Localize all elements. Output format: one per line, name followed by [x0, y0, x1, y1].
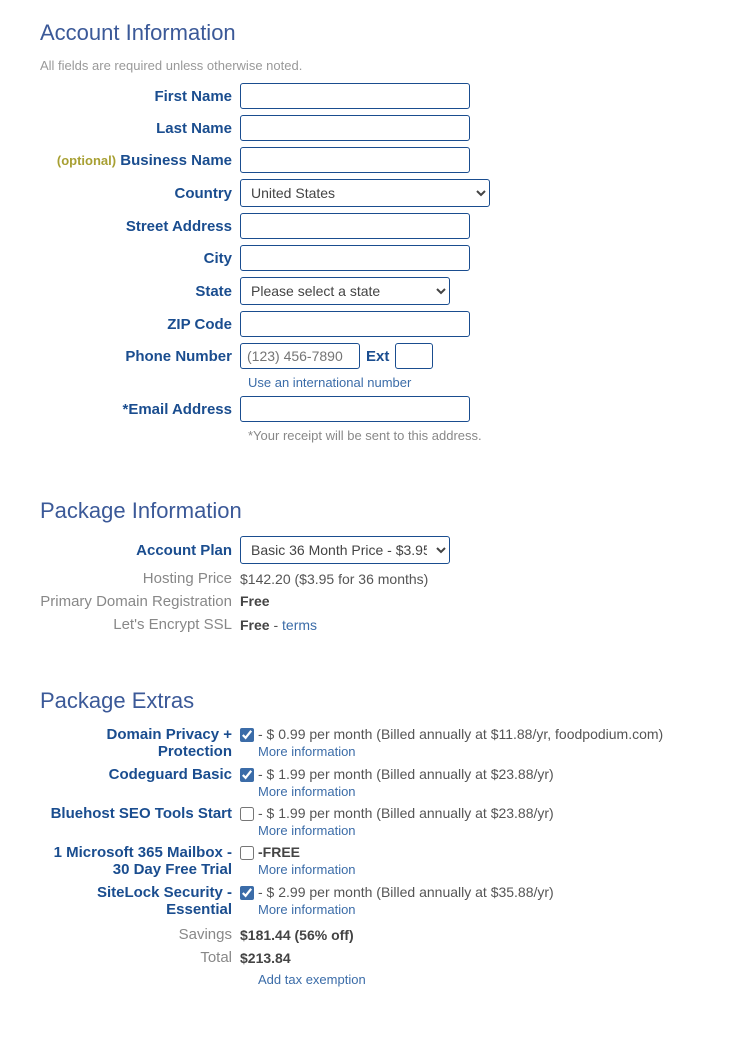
extras-heading: Package Extras: [40, 688, 690, 714]
city-input[interactable]: [240, 245, 470, 271]
more-info-link[interactable]: More information: [258, 902, 690, 917]
extra-label-m365: 1 Microsoft 365 Mailbox - 30 Day Free Tr…: [40, 844, 240, 878]
package-section: Package Information Account Plan Basic 3…: [40, 498, 690, 633]
add-tax-link[interactable]: Add tax exemption: [258, 972, 366, 987]
state-select[interactable]: Please select a state: [240, 277, 450, 305]
zip-input[interactable]: [240, 311, 470, 337]
last-name-input[interactable]: [240, 115, 470, 141]
city-label: City: [40, 250, 240, 267]
more-info-link[interactable]: More information: [258, 862, 690, 877]
extras-section: Package Extras Domain Privacy + Protecti…: [40, 688, 690, 987]
state-label: State: [40, 283, 240, 300]
phone-input[interactable]: [240, 343, 360, 369]
required-note: All fields are required unless otherwise…: [40, 58, 690, 73]
domain-reg-value: Free: [240, 593, 270, 609]
extra-label-seo: Bluehost SEO Tools Start: [40, 805, 240, 822]
ssl-label: Let's Encrypt SSL: [40, 616, 240, 633]
more-info-link[interactable]: More information: [258, 744, 690, 759]
extra-label-codeguard: Codeguard Basic: [40, 766, 240, 783]
email-input[interactable]: [240, 396, 470, 422]
phone-label: Phone Number: [40, 348, 240, 365]
intl-number-link[interactable]: Use an international number: [248, 375, 690, 390]
package-heading: Package Information: [40, 498, 690, 524]
extra-checkbox-codeguard[interactable]: [240, 768, 254, 782]
account-section: Account Information All fields are requi…: [40, 20, 690, 443]
business-name-input[interactable]: [240, 147, 470, 173]
ext-label: Ext: [366, 348, 389, 365]
last-name-label: Last Name: [40, 120, 240, 137]
extra-price-m365: -FREE: [258, 844, 300, 860]
first-name-label: First Name: [40, 88, 240, 105]
country-label: Country: [40, 185, 240, 202]
business-name-label: (optional) Business Name: [40, 152, 240, 169]
account-heading: Account Information: [40, 20, 690, 46]
more-info-link[interactable]: More information: [258, 823, 690, 838]
country-select[interactable]: United States: [240, 179, 490, 207]
hosting-price-label: Hosting Price: [40, 570, 240, 587]
ssl-free: Free: [240, 617, 270, 633]
email-label: *Email Address: [40, 401, 240, 418]
zip-label: ZIP Code: [40, 316, 240, 333]
street-input[interactable]: [240, 213, 470, 239]
plan-label: Account Plan: [40, 542, 240, 559]
street-label: Street Address: [40, 218, 240, 235]
extra-price-sitelock: - $ 2.99 per month (Billed annually at $…: [258, 884, 554, 900]
optional-tag: (optional): [57, 153, 116, 168]
extra-checkbox-seo[interactable]: [240, 807, 254, 821]
more-info-link[interactable]: More information: [258, 784, 690, 799]
extra-label-privacy: Domain Privacy + Protection: [40, 726, 240, 760]
extra-label-sitelock: SiteLock Security - Essential: [40, 884, 240, 918]
extra-price-codeguard: - $ 1.99 per month (Billed annually at $…: [258, 766, 554, 782]
savings-value: $181.44 (56% off): [240, 927, 354, 943]
total-value: $213.84: [240, 950, 291, 966]
ssl-terms-link[interactable]: terms: [282, 617, 317, 633]
domain-reg-label: Primary Domain Registration: [40, 593, 240, 610]
first-name-input[interactable]: [240, 83, 470, 109]
extra-price-seo: - $ 1.99 per month (Billed annually at $…: [258, 805, 554, 821]
ext-input[interactable]: [395, 343, 433, 369]
hosting-price-value: $142.20 ($3.95 for 36 months): [240, 571, 428, 587]
savings-label: Savings: [40, 926, 240, 943]
extra-checkbox-sitelock[interactable]: [240, 886, 254, 900]
total-label: Total: [40, 949, 240, 966]
extra-price-privacy: - $ 0.99 per month (Billed annually at $…: [258, 726, 663, 742]
extra-checkbox-privacy[interactable]: [240, 728, 254, 742]
plan-select[interactable]: Basic 36 Month Price - $3.95/mo.: [240, 536, 450, 564]
email-note: *Your receipt will be sent to this addre…: [248, 428, 690, 443]
extra-checkbox-m365[interactable]: [240, 846, 254, 860]
